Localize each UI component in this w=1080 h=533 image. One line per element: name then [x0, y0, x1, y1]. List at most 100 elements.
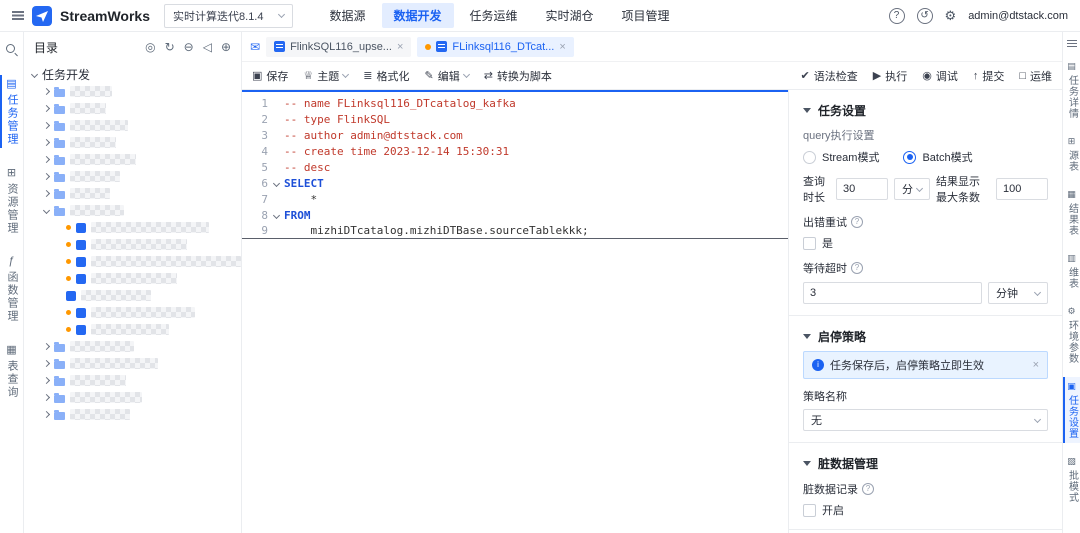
close-icon[interactable]: ×: [1033, 359, 1039, 371]
editor-tab-flinksql116-dtcat[interactable]: FLinksql116_DTcat... ×: [417, 36, 574, 57]
nav-project-mgmt[interactable]: 项目管理: [610, 3, 682, 28]
tree-item-redacted[interactable]: [24, 406, 241, 423]
tree-item-redacted[interactable]: [24, 236, 241, 253]
timeout-input[interactable]: [803, 282, 982, 304]
rtab-batch-mode[interactable]: ▧ 批模式: [1063, 452, 1080, 507]
tree-item-redacted[interactable]: [24, 117, 241, 134]
code-line[interactable]: 7 *: [242, 191, 788, 207]
tree-item-redacted[interactable]: [24, 134, 241, 151]
section-task-settings[interactable]: 任务设置: [803, 102, 1048, 119]
tab-label: FlinkSQL116_upse...: [290, 40, 392, 53]
tree-item-redacted[interactable]: [24, 355, 241, 372]
tree-item-redacted[interactable]: [24, 304, 241, 321]
nav-datasource[interactable]: 数据源: [317, 3, 377, 28]
tree-item-redacted[interactable]: [24, 372, 241, 389]
submit-button[interactable]: ↑ 提交: [973, 68, 1005, 84]
tree-item-redacted[interactable]: [24, 321, 241, 338]
rtab-result-table[interactable]: ▦ 结果表: [1063, 185, 1080, 240]
user-email[interactable]: admin@dtstack.com: [968, 10, 1068, 22]
tree-item-redacted[interactable]: [24, 168, 241, 185]
code-line[interactable]: 6 SELECT: [242, 175, 788, 191]
tree-item-redacted[interactable]: [24, 338, 241, 355]
nav-task-ops[interactable]: 任务运维: [458, 3, 530, 28]
rtab-source-table[interactable]: ⊞ 源表: [1063, 132, 1080, 176]
search-icon[interactable]: [6, 44, 17, 55]
home-icon[interactable]: ✉: [250, 40, 260, 54]
code-line[interactable]: 4 -- create time 2023-12-14 15:30:31: [242, 143, 788, 159]
section-dirty-data[interactable]: 脏数据管理: [803, 455, 1048, 472]
strategy-name-select[interactable]: 无: [803, 409, 1048, 431]
redacted-label: [70, 341, 134, 352]
redacted-label: [70, 154, 136, 165]
fold-icon[interactable]: [268, 213, 284, 218]
edit-button[interactable]: ✎ 编辑: [425, 68, 470, 84]
code-line-cursor[interactable]: 9 mizhiDTcatalog.mizhiDTBase.sourceTable…: [242, 223, 788, 239]
code-area[interactable]: 1 -- name FLinksql116_DTcatalog_kafka 2 --…: [242, 92, 788, 533]
theme-button[interactable]: ♕ 主题: [303, 68, 350, 84]
tree-item-redacted[interactable]: [24, 83, 241, 100]
menu-icon[interactable]: [12, 11, 24, 20]
code-line[interactable]: 3 -- author admin@dtstack.com: [242, 127, 788, 143]
rtab-task-settings[interactable]: ▣ 任务设置: [1063, 377, 1080, 443]
close-icon[interactable]: ×: [397, 41, 403, 53]
refresh-icon[interactable]: ↻: [165, 40, 175, 54]
radio-batch-mode[interactable]: Batch模式: [903, 149, 973, 165]
add-icon[interactable]: ⊕: [221, 40, 231, 54]
panel-menu-icon[interactable]: [1066, 40, 1077, 48]
gear-icon[interactable]: ⚙: [945, 8, 957, 24]
sidebar-item-resource-mgmt[interactable]: ⊞ 资源管理: [0, 164, 23, 237]
rail-label: 表查询: [6, 360, 18, 399]
rtab-env-params[interactable]: ⚙ 环境参数: [1063, 302, 1080, 368]
locate-icon[interactable]: ◎: [145, 40, 155, 54]
max-rows-input[interactable]: [996, 178, 1048, 200]
syntax-check-button[interactable]: ✔ 语法检查: [801, 68, 858, 84]
duration-unit-select[interactable]: 分: [894, 178, 930, 200]
close-icon[interactable]: ×: [559, 41, 565, 53]
timeout-unit-select[interactable]: 分钟: [988, 282, 1048, 304]
code-line[interactable]: 8 FROM: [242, 207, 788, 223]
tree-item-redacted[interactable]: [24, 202, 241, 219]
help-icon[interactable]: ?: [888, 7, 905, 24]
nav-realtime-lake[interactable]: 实时湖仓: [534, 3, 606, 28]
code-line[interactable]: 1 -- name FLinksql116_DTcatalog_kafka: [242, 95, 788, 111]
sidebar-item-table-query[interactable]: ▦ 表查询: [0, 341, 23, 401]
strategy-name-label-row: 策略名称: [803, 388, 1048, 404]
editor-tab-flinksql116-upse[interactable]: FlinkSQL116_upse... ×: [266, 36, 412, 57]
checkbox-icon: [803, 236, 816, 250]
debug-button[interactable]: ◉ 调试: [922, 68, 958, 84]
tree-item-redacted[interactable]: [24, 219, 241, 236]
collapse-all-icon[interactable]: ⊖: [184, 40, 194, 54]
radio-stream-mode[interactable]: Stream模式: [803, 149, 879, 165]
history-icon[interactable]: ↺: [916, 7, 933, 24]
save-button[interactable]: ▣ 保存: [252, 68, 288, 84]
tree-item-redacted[interactable]: [24, 151, 241, 168]
code-line[interactable]: 5 -- desc: [242, 159, 788, 175]
rtab-dim-table[interactable]: ▥ 维表: [1063, 249, 1080, 293]
section-title: 启停策略: [818, 330, 867, 344]
format-button[interactable]: ≣ 格式化: [363, 68, 409, 84]
ops-button[interactable]: □ 运维: [1019, 68, 1052, 84]
rtab-task-detail[interactable]: ▤ 任务详情: [1063, 57, 1080, 123]
project-version-select[interactable]: 实时计算迭代8.1.4: [164, 3, 294, 28]
sidebar-item-task-mgmt[interactable]: ▤ 任务管理: [0, 75, 23, 148]
tree-item-redacted[interactable]: [24, 270, 241, 287]
convert-to-script-button[interactable]: ⇄ 转换为脚本: [484, 68, 552, 84]
query-duration-input[interactable]: [836, 178, 888, 200]
code-line[interactable]: 2 -- type FlinkSQL: [242, 111, 788, 127]
info-icon: ?: [851, 216, 863, 228]
fold-icon[interactable]: [268, 181, 284, 186]
code-editor[interactable]: 1 -- name FLinksql116_DTcatalog_kafka 2 --…: [242, 90, 788, 533]
tree-item-redacted[interactable]: [24, 389, 241, 406]
tree-item-redacted[interactable]: [24, 185, 241, 202]
tree-item-redacted[interactable]: [24, 100, 241, 117]
send-icon[interactable]: ◁: [203, 40, 212, 54]
run-button[interactable]: ▶ 执行: [873, 68, 907, 84]
section-start-stop-strategy[interactable]: 启停策略: [803, 328, 1048, 345]
nav-data-develop[interactable]: 数据开发: [381, 3, 454, 28]
retry-checkbox[interactable]: 是: [803, 235, 1048, 251]
tree-item-redacted[interactable]: [24, 287, 241, 304]
dirty-enable-checkbox[interactable]: 开启: [803, 502, 1048, 518]
tree-root-task-develop[interactable]: 任务开发: [24, 66, 241, 83]
sidebar-item-function-mgmt[interactable]: ƒ 函数管理: [0, 253, 23, 325]
tree-item-redacted[interactable]: [24, 253, 241, 270]
